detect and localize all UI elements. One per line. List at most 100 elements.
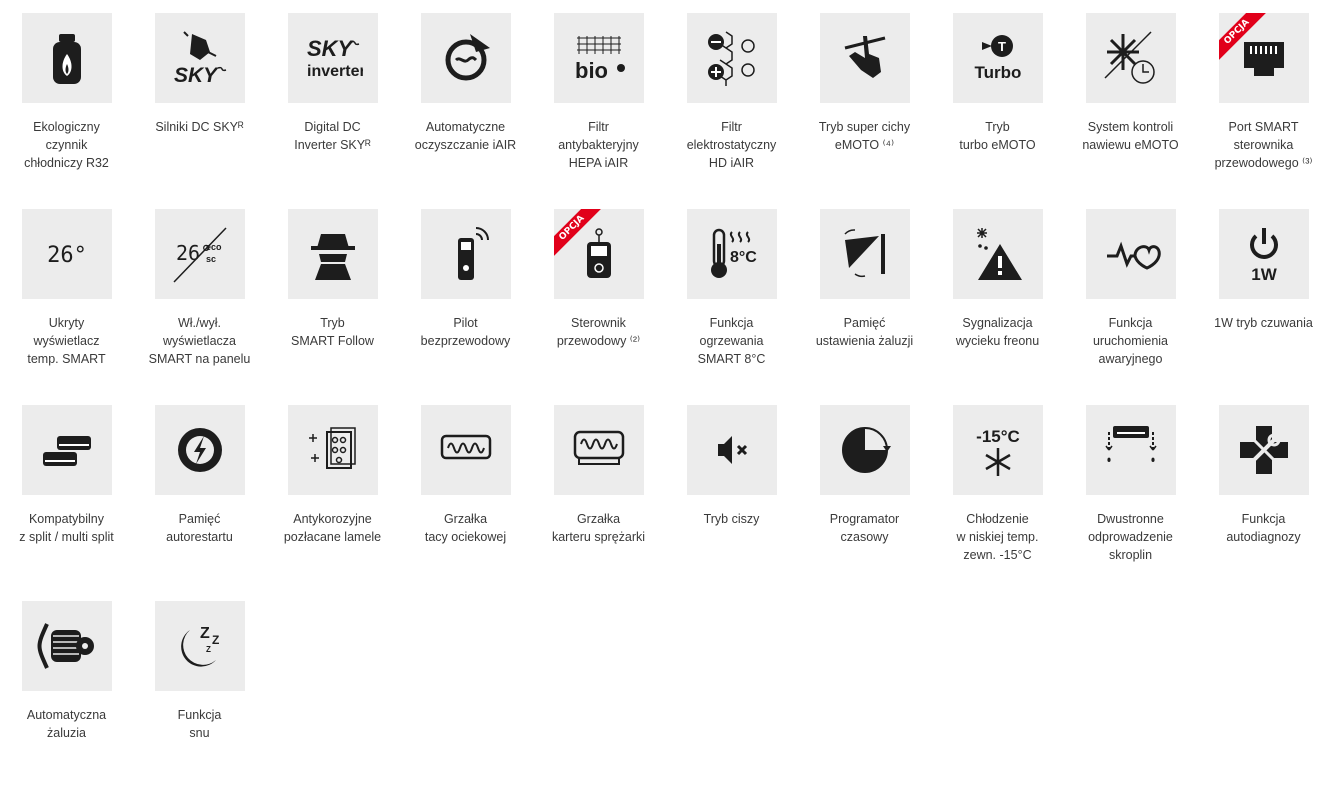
feature-item: -15°C Chłodzenie w niskiej temp. zewn. -1… [931, 405, 1064, 601]
feature-label: Automatyczna żaluzia [26, 708, 107, 740]
feature-tile [420, 405, 511, 495]
feature-label: Wł./wył. wyświetlacza SMART na panelu [148, 316, 251, 366]
feature-tile: OPCJA [553, 209, 644, 299]
feature-label: Pamięć ustawienia żaluzji [815, 316, 914, 348]
airflow-timer-icon [1101, 28, 1161, 88]
feature-label: System kontroli nawiewu eMOTO [1082, 120, 1179, 152]
standby-power-icon: 1W [1234, 224, 1294, 284]
feature-label: Filtr antybakteryjny HEPA iAIR [558, 120, 639, 170]
feature-label: Tryb super cichy eMOTO ⁽⁴⁾ [818, 120, 911, 152]
electrostatic-filter-icon [702, 28, 762, 88]
feature-label: Grzałka karteru sprężarki [551, 512, 646, 544]
silent-hand-icon [835, 28, 895, 88]
svg-text:bio: bio [575, 58, 608, 83]
svg-text:T: T [998, 39, 1006, 54]
feature-label: Sygnalizacja wycieku freonu [955, 316, 1040, 348]
mute-icon [702, 420, 762, 480]
svg-text:Z: Z [212, 633, 219, 647]
feature-item: Pamięć autorestartu [133, 405, 266, 601]
svg-text:Z: Z [206, 645, 211, 654]
feature-item: Funkcja autodiagnozy [1197, 405, 1330, 601]
heartbeat-icon [1101, 224, 1161, 284]
turbo-icon: T Turbo [968, 28, 1028, 88]
svg-text:26°: 26° [47, 243, 87, 268]
feature-tile [686, 13, 777, 103]
feature-item: OPCJA Port SMART sterownika przewodowego … [1197, 13, 1330, 209]
feature-tile [287, 405, 378, 495]
feature-item: OPCJA Sterownik przewodowy ⁽²⁾ [532, 209, 665, 405]
feature-label: Funkcja uruchomienia awaryjnego [1092, 316, 1169, 366]
svg-text:SKY: SKY [307, 36, 355, 61]
svg-text:8°C: 8°C [730, 249, 757, 266]
crankcase-heater-icon [569, 420, 629, 480]
feature-label: Sterownik przewodowy ⁽²⁾ [556, 316, 641, 348]
feature-label: Kompatybilny z split / multi split [19, 512, 114, 544]
thermometer-8c-icon: 8°C [702, 224, 762, 284]
feature-tile: SKY inverter [287, 13, 378, 103]
feature-item: 1W 1W tryb czuwania [1197, 209, 1330, 405]
feature-item: Programator czasowy [798, 405, 931, 601]
feature-tile [819, 405, 910, 495]
auto-louver-icon [37, 616, 97, 676]
wired-controller-icon [569, 224, 629, 284]
tray-heater-icon [436, 420, 496, 480]
feature-item: Tryb ciszy [665, 405, 798, 601]
remote-control-icon [436, 224, 496, 284]
feature-item: Filtr elektrostatyczny HD iAIR [665, 13, 798, 209]
svg-text:Z: Z [200, 625, 210, 642]
feature-label: Grzałka tacy ociekowej [424, 512, 507, 544]
svg-text:Turbo: Turbo [974, 63, 1021, 82]
feature-tile [819, 13, 910, 103]
feature-label: Dwustronne odprowadzenie skroplin [1088, 512, 1173, 562]
sleep-icon: ZZZ [170, 616, 230, 676]
feature-tile: 26° [21, 209, 112, 299]
feature-tile [686, 405, 777, 495]
feature-item: Dwustronne odprowadzenie skroplin [1064, 405, 1197, 601]
feature-tile [1085, 13, 1176, 103]
feature-tile: -15°C [952, 405, 1043, 495]
feature-label: Filtr elektrostatyczny HD iAIR [686, 120, 777, 170]
feature-label: Digital DC Inverter SKYᴿ [294, 120, 371, 152]
bio-filter-icon: bio [569, 28, 629, 88]
auto-clean-icon [436, 28, 496, 88]
feature-label: Funkcja snu [177, 708, 222, 740]
feature-item: 26° eco sc Wł./wył. wyświetlacza SMART na p… [133, 209, 266, 405]
feature-item: 26° Ukryty wyświetlacz temp. SMART [0, 209, 133, 405]
feature-tile [1218, 405, 1309, 495]
feature-label: Funkcja ogrzewania SMART 8°C [697, 316, 766, 366]
feature-tile [1085, 209, 1176, 299]
feature-item: SKY inverter Digital DC Inverter SKYᴿ [266, 13, 399, 209]
feature-tile [553, 405, 644, 495]
feature-item: SKY Silniki DC SKYᴿ [133, 13, 266, 209]
feature-label: Tryb SMART Follow [291, 316, 374, 348]
feature-label: Pamięć autorestartu [166, 512, 233, 544]
feature-tile: SKY [154, 13, 245, 103]
feature-item: 8°C Funkcja ogrzewania SMART 8°C [665, 209, 798, 405]
feature-tile: 1W [1218, 209, 1309, 299]
multi-split-icon [37, 420, 97, 480]
feature-tile: T Turbo [952, 13, 1043, 103]
svg-text:sc: sc [206, 254, 216, 264]
feature-item: System kontroli nawiewu eMOTO [1064, 13, 1197, 209]
temp-display-icon: 26° [37, 224, 97, 284]
louver-memory-icon [835, 224, 895, 284]
feature-label: Ukryty wyświetlacz temp. SMART [27, 316, 106, 366]
feature-label: Silniki DC SKYᴿ [155, 120, 244, 134]
feature-tile: 8°C [686, 209, 777, 299]
svg-text:-15°C: -15°C [976, 427, 1020, 446]
feature-item: Antykorozyjne pozłacane lamele [266, 405, 399, 601]
feature-item: bio Filtr antybakteryjny HEPA iAIR [532, 13, 665, 209]
feature-tile [21, 601, 112, 691]
feature-item: Automatyczna żaluzia [0, 601, 133, 797]
feature-tile [819, 209, 910, 299]
feature-tile [21, 13, 112, 103]
feature-tile [21, 405, 112, 495]
feature-item: Pilot bezprzewodowy [399, 209, 532, 405]
gold-fins-icon [303, 420, 363, 480]
feature-item: Sygnalizacja wycieku freonu [931, 209, 1064, 405]
low-temp-cooling-icon: -15°C [968, 420, 1028, 480]
feature-item: Z Z Z Funkcja snu [133, 601, 266, 797]
feature-item: Tryb SMART Follow [266, 209, 399, 405]
feature-label: Chłodzenie w niskiej temp. zewn. -15°C [956, 512, 1039, 562]
feature-item: Tryb super cichy eMOTO ⁽⁴⁾ [798, 13, 931, 209]
